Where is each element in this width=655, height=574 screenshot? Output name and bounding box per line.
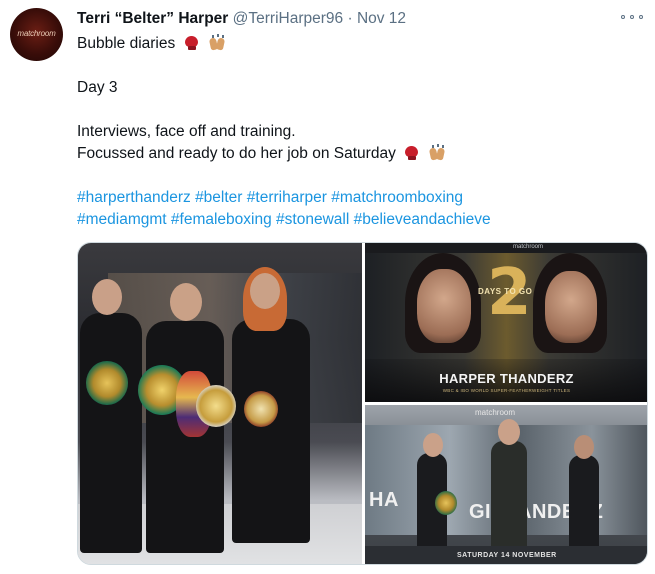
tweet-line-1: Bubble diaries <box>77 33 637 55</box>
clapping-hands-icon <box>427 144 447 161</box>
hashtag-link[interactable]: #mediamgmt <box>77 211 167 228</box>
avatar[interactable]: matchroom <box>10 8 63 61</box>
person-center-head <box>170 283 202 321</box>
hashtag-link[interactable]: #stonewall <box>276 211 349 228</box>
tweet-line-day: Day 3 <box>77 79 118 96</box>
faceoff-text-mid: GI <box>469 501 492 523</box>
hashtag-link[interactable]: #belter <box>195 189 242 206</box>
hashtag-link[interactable]: #harperthanderz <box>77 189 191 206</box>
hashtag-link[interactable]: #terriharper <box>247 189 327 206</box>
poster-top-label: matchroom <box>513 244 544 250</box>
faceoff-logo: matchroom <box>475 408 516 417</box>
hashtag-row-1: #harperthanderz #belter #terriharper #ma… <box>77 187 637 209</box>
tweet-text-focussed: Focussed and ready to do her job on Satu… <box>77 145 396 162</box>
clapping-hands-icon <box>207 34 227 51</box>
days-to-go-label: DAYS TO GO <box>478 287 533 296</box>
faceoff-person-right-head <box>574 435 594 459</box>
person-left <box>80 313 142 553</box>
photo-face-off[interactable]: matchroom HA GI ANDERZ SATURDAY 14 NOVEM… <box>365 405 647 564</box>
media-grid: matchroom 2 DAYS TO GO HARPER THANDERZ W… <box>77 242 648 565</box>
faceoff-text-left: HA <box>369 489 399 511</box>
boxing-glove-icon <box>184 35 200 51</box>
fighter-right-face <box>545 271 597 343</box>
hashtag-link[interactable]: #femaleboxing <box>171 211 272 228</box>
tweet-body: Bubble diaries Day 3 Interviews, face of… <box>77 33 637 231</box>
separator-dot: · <box>347 10 353 27</box>
poster-topbar: matchroom <box>365 243 647 253</box>
tweet-line-focussed: Focussed and ready to do her job on Satu… <box>77 143 637 165</box>
tweet-header: Terri “Belter” Harper @TerriHarper96 · N… <box>77 9 406 29</box>
poster-subtitle: WBC & IBO WORLD SUPER-FEATHERWEIGHT TITL… <box>442 388 571 393</box>
person-center <box>146 321 224 553</box>
faceoff-person-center <box>491 441 527 549</box>
faceoff-person-right <box>569 455 599 549</box>
person-right-head <box>250 273 280 309</box>
faceoff-date: SATURDAY 14 NOVEMBER <box>457 552 557 559</box>
tweet-date[interactable]: Nov 12 <box>357 10 406 27</box>
hashtag-link[interactable]: #believeandachieve <box>354 211 491 228</box>
avatar-logo-text: matchroom <box>17 29 56 38</box>
belt-silver <box>196 385 236 427</box>
tweet-card[interactable]: matchroom Terri “Belter” Harper @TerriHa… <box>0 0 655 574</box>
person-right <box>232 319 310 543</box>
faceoff-belt <box>435 491 457 515</box>
hashtag-row-2: #mediamgmt #femaleboxing #stonewall #bel… <box>77 209 637 231</box>
person-left-head <box>92 279 122 315</box>
boxing-glove-icon <box>404 145 420 161</box>
more-icon[interactable] <box>621 10 643 24</box>
tweet-line-interviews: Interviews, face off and training. <box>77 123 296 140</box>
hashtag-link[interactable]: #matchroomboxing <box>331 189 463 206</box>
faceoff-person-center-head <box>498 419 520 445</box>
tweet-text-bubble-diaries: Bubble diaries <box>77 35 176 52</box>
user-handle[interactable]: @TerriHarper96 <box>233 10 344 27</box>
fighter-left-face <box>417 269 471 343</box>
photo-days-to-go[interactable]: matchroom 2 DAYS TO GO HARPER THANDERZ W… <box>365 243 647 402</box>
faceoff-person-left-head <box>423 433 443 457</box>
belt-red <box>244 391 278 427</box>
display-name[interactable]: Terri “Belter” Harper <box>77 10 228 27</box>
poster-title: HARPER THANDERZ <box>439 371 574 386</box>
photo-team-belts[interactable] <box>78 243 362 564</box>
belt-green <box>86 361 128 405</box>
